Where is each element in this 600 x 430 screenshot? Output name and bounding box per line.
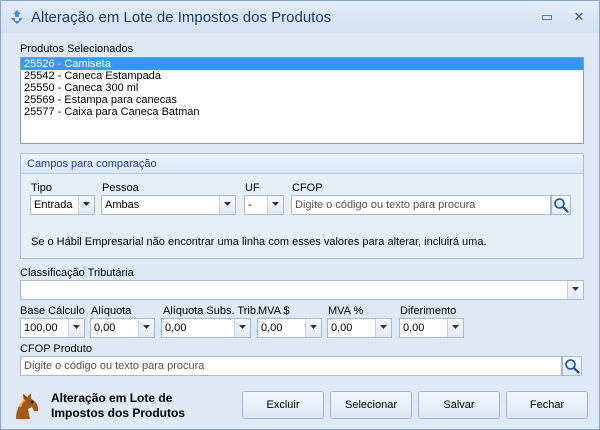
mva-pct-value: 0,00 [331,322,353,334]
excluir-button[interactable]: Excluir [242,391,324,419]
salvar-button[interactable]: Salvar [418,391,500,419]
aliquota-field[interactable]: 0,00 [90,318,155,338]
cfop-label: CFOP [292,182,323,194]
uf-select[interactable]: - [244,195,284,215]
diferimento-value: 0,00 [403,322,425,334]
aliquota-dropdown-button[interactable] [138,319,154,337]
pessoa-label: Pessoa [102,182,139,194]
campos-title: Campos para comparação [27,158,157,170]
classificacao-select[interactable] [20,280,584,300]
chevron-down-icon [452,325,459,329]
cfop-produto-label: CFOP Produto [20,343,92,355]
tipo-dropdown-button[interactable] [78,196,94,214]
mva-pct-field[interactable]: 0,00 [327,318,392,338]
chevron-down-icon [224,202,231,206]
tipo-label: Tipo [31,182,52,194]
mva-pct-label: MVA % [328,305,364,317]
minimize-button[interactable]: ▭ [539,9,555,25]
tipo-select[interactable]: Entrada [30,195,95,215]
tipo-value: Entrada [34,199,73,211]
aliquota-st-label: Alíquota Subs. Trib. [163,305,259,317]
cfop-search-input[interactable]: Digite o código ou texto para procura [291,195,551,215]
selecionar-button[interactable]: Selecionar [330,391,412,419]
mva-dropdown-button[interactable] [305,319,321,337]
diferimento-field[interactable]: 0,00 [399,318,464,338]
list-item[interactable]: 25526 - Camiseta [21,58,583,70]
cfop-produto-search-button[interactable] [562,356,582,376]
fechar-button[interactable]: Fechar [506,391,588,419]
dialog-window: Alteração em Lote de Impostos dos Produt… [0,0,600,430]
info-message: Se o Hábil Empresarial não encontrar uma… [31,236,487,248]
title-bar: Alteração em Lote de Impostos dos Produt… [1,1,599,33]
uf-value: - [248,199,252,211]
produtos-list[interactable]: 25526 - Camiseta 25542 - Caneca Estampad… [20,57,584,144]
chevron-down-icon [380,325,387,329]
footer-title: Alteração em Lote de Impostos dos Produt… [51,391,186,420]
cfop-produto-placeholder: Digite o código ou texto para procura [24,360,205,372]
aliquota-st-field[interactable]: 0,00 [161,318,251,338]
classificacao-label: Classificação Tributária [20,267,134,279]
chevron-down-icon [239,325,246,329]
base-calculo-field[interactable]: 100,00 [20,318,85,338]
cfop-produto-input[interactable]: Digite o código ou texto para procura [20,356,562,376]
aliquota-label: Alíquota [91,305,132,317]
uf-label: UF [245,182,260,194]
horse-logo-icon [16,393,39,419]
classificacao-dropdown-button[interactable] [567,281,583,299]
chevron-down-icon [73,325,80,329]
mva-value: 0,00 [261,322,283,334]
list-item[interactable]: 25542 - Caneca Estampada [21,70,583,82]
aliquota-st-dropdown-button[interactable] [234,319,250,337]
chevron-down-icon [572,287,579,291]
magnifier-icon [565,359,580,374]
uf-dropdown-button[interactable] [267,196,283,214]
pessoa-dropdown-button[interactable] [219,196,235,214]
list-item[interactable]: 25550 - Caneca 300 ml [21,82,583,94]
window-title: Alteração em Lote de Impostos dos Produt… [31,9,332,26]
base-value: 100,00 [24,322,58,334]
recycle-icon [11,10,23,24]
base-dropdown-button[interactable] [68,319,84,337]
list-item[interactable]: 25569 - Estampa para canecas [21,94,583,106]
pessoa-value: Ambas [105,199,140,211]
mva-label: MVA $ [258,305,290,317]
cfop-search-button[interactable] [551,195,571,215]
magnifier-icon [554,198,569,213]
list-item[interactable]: 25577 - Caixa para Caneca Batman [21,106,583,118]
mva-pct-dropdown-button[interactable] [375,319,391,337]
chevron-down-icon [83,202,90,206]
chevron-down-icon [143,325,150,329]
diferimento-label: Diferimento [400,305,457,317]
cfop-placeholder: Digite o código ou texto para procura [295,199,476,211]
chevron-down-icon [272,202,279,206]
campos-header: Campos para comparação [21,154,583,174]
close-button[interactable]: ✕ [571,9,587,25]
diferimento-dropdown-button[interactable] [447,319,463,337]
produtos-label: Produtos Selecionados [20,43,134,55]
chevron-down-icon [310,325,317,329]
aliquota-st-value: 0,00 [165,322,187,334]
pessoa-select[interactable]: Ambas [101,195,236,215]
base-label: Base Cálculo [20,305,85,317]
mva-field[interactable]: 0,00 [257,318,322,338]
aliquota-value: 0,00 [94,322,116,334]
